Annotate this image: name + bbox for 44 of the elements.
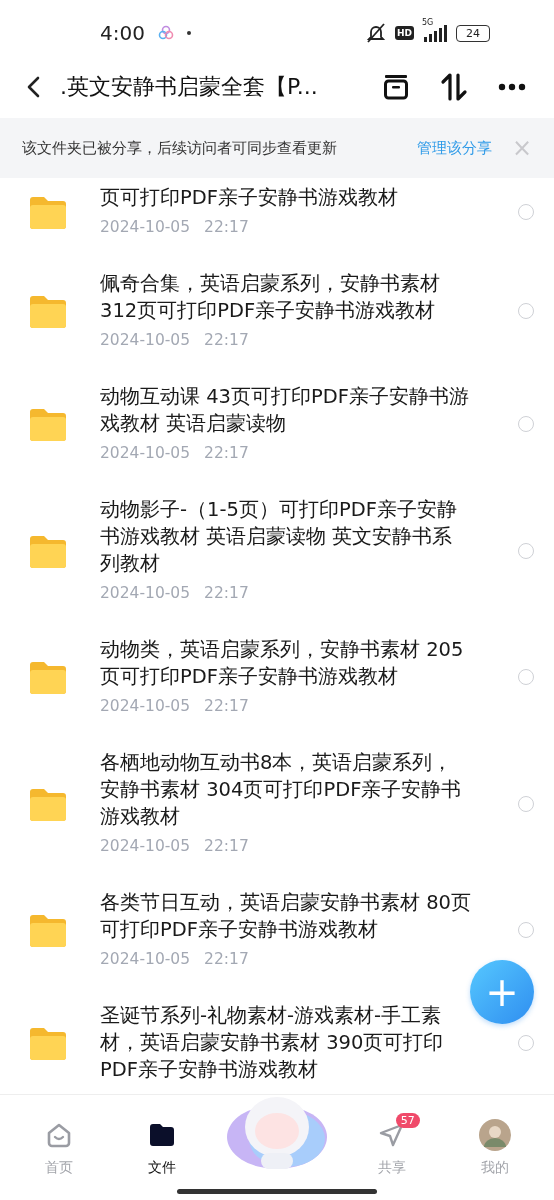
hd-badge: HD [395,26,414,40]
file-date: 2024-10-05 [100,697,191,715]
file-name[interactable]: 页可打印PDF亲子安静书游戏教材 [100,184,472,211]
banner-text: 该文件夹已被分享，后续访问者可同步查看更新 [22,138,338,158]
file-date: 2024-10-05 [100,331,191,349]
file-name[interactable]: 圣诞节系列-礼物素材-游戏素材-手工素材，英语启蒙安静书素材 390页可打印PDF亲子安静书游戏教材 [100,1002,472,1083]
back-icon[interactable] [26,76,42,98]
folder-icon [148,1121,177,1149]
file-date: 2024-10-05 [100,584,191,602]
file-name[interactable]: 动物影子-（1-5页）可打印PDF亲子安静书游戏教材 英语启蒙读物 英文安静书系列教材 [100,496,472,577]
file-time: 22:17 [204,331,249,349]
file-date: 2024-10-05 [100,444,191,462]
file-name[interactable]: 各类节日互动，英语启蒙安静书素材 80页可打印PDF亲子安静书游戏教材 [100,889,472,943]
folder-icon [28,912,68,948]
folder-title: .英文安静书启蒙全套【P... [60,73,319,101]
file-name[interactable]: 动物类，英语启蒙系列，安静书素材 205页可打印PDF亲子安静书游戏教材 [100,636,472,690]
tab-item[interactable]: 文件 [122,1111,203,1177]
count-badge: 57 [395,1113,420,1128]
mute-icon [365,22,387,44]
file-name[interactable]: 动物互动课 43页可打印PDF亲子安静书游戏教材 英语启蒙读物 [100,383,472,437]
tab-item[interactable]: 57 共享 [351,1111,432,1177]
file-time: 22:17 [204,584,249,602]
file-date: 2024-10-05 [100,837,191,855]
file-name[interactable]: 各栖地动物互动书8本，英语启蒙系列，安静书素材 304页可打印PDF亲子安静书游戏教材 [100,749,472,830]
clock-time: 4:00 [100,21,145,45]
file-date: 2024-10-05 [100,218,191,236]
file-time: 22:17 [204,444,249,462]
folder-icon [28,659,68,695]
signal-icon [422,24,448,42]
more-icon[interactable] [498,83,526,91]
file-time: 22:17 [204,950,249,968]
dot-icon [186,31,191,35]
archive-icon[interactable] [382,73,410,101]
folder-icon [28,406,68,442]
file-name[interactable]: 佩奇合集，英语启蒙系列，安静书素材 312页可打印PDF亲子安静书游戏教材 [100,270,472,324]
file-date: 2024-10-05 [100,950,191,968]
file-time: 22:17 [204,697,249,715]
file-time: 22:17 [204,218,249,236]
sort-icon[interactable] [440,72,468,102]
battery-level: 24 [466,26,480,40]
file-time: 22:17 [204,837,249,855]
network-label: 5G [422,18,434,27]
avatar-icon [478,1119,511,1151]
folder-icon [28,293,68,329]
